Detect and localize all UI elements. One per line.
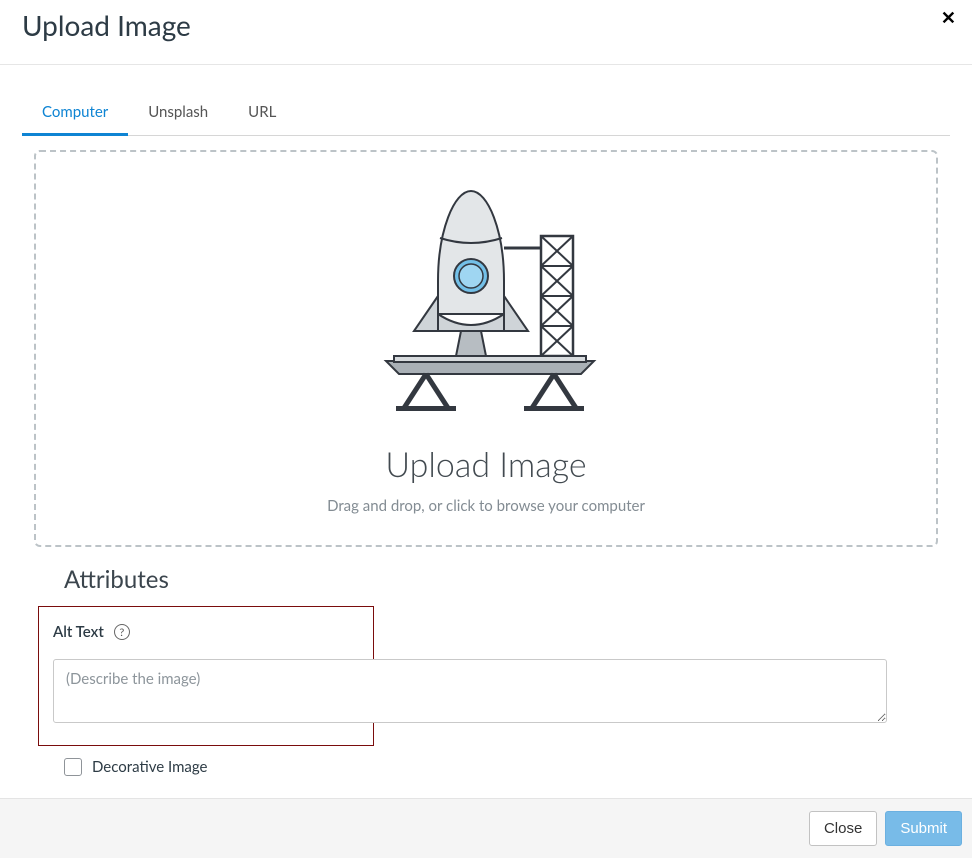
rocket-illustration xyxy=(366,186,606,420)
close-button[interactable]: Close xyxy=(809,811,877,846)
alt-text-label: Alt Text xyxy=(53,623,104,641)
modal-header: Upload Image ✕ xyxy=(0,0,972,65)
alt-text-input[interactable] xyxy=(53,659,887,723)
tab-unsplash[interactable]: Unsplash xyxy=(128,93,228,136)
attributes-section: Attributes Alt Text ? Decorative Image xyxy=(22,547,950,776)
decorative-checkbox[interactable] xyxy=(64,758,82,776)
tab-url[interactable]: URL xyxy=(228,93,296,136)
dropzone-title: Upload Image xyxy=(385,444,586,485)
help-icon[interactable]: ? xyxy=(114,624,130,640)
modal-body: Computer Unsplash URL xyxy=(0,65,972,798)
tabs: Computer Unsplash URL xyxy=(22,93,950,136)
alt-text-label-row: Alt Text ? xyxy=(53,623,359,641)
upload-dropzone[interactable]: Upload Image Drag and drop, or click to … xyxy=(34,150,938,547)
modal-title: Upload Image xyxy=(22,8,191,42)
modal-footer: Close Submit xyxy=(0,798,972,858)
dropzone-subtitle: Drag and drop, or click to browse your c… xyxy=(327,497,645,515)
tab-computer[interactable]: Computer xyxy=(22,93,128,136)
alt-text-highlight: Alt Text ? xyxy=(38,606,374,746)
attributes-heading: Attributes xyxy=(64,565,908,594)
close-icon[interactable]: ✕ xyxy=(937,8,960,26)
rocket-icon xyxy=(366,186,606,416)
submit-button[interactable]: Submit xyxy=(885,811,962,846)
decorative-row: Decorative Image xyxy=(64,758,908,776)
decorative-label: Decorative Image xyxy=(92,758,207,776)
